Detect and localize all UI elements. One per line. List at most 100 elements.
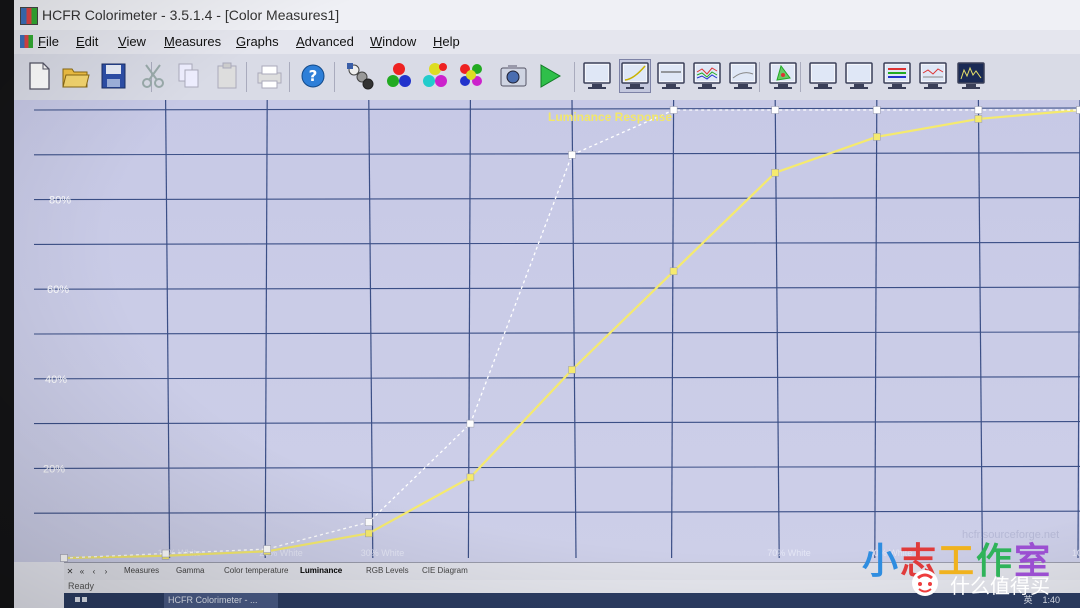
tab-cie-diagram[interactable]: CIE Diagram: [418, 566, 472, 575]
y-tick-label: 40%: [45, 374, 67, 386]
help-icon[interactable]: ?: [298, 60, 328, 92]
data-point: [263, 545, 271, 553]
tab-navigation: ✕ «‹ ›: [64, 563, 114, 581]
taskbar-app-hcfr[interactable]: HCFR Colorimeter - ...: [164, 593, 278, 608]
chart-canvas: 20%40%60%80%10% White 20% White 30% White 7…: [33, 100, 1080, 562]
data-point: [60, 554, 68, 562]
grid-line-vertical: [165, 100, 171, 559]
tab-measures[interactable]: Measures: [120, 566, 163, 575]
print-icon[interactable]: [254, 60, 284, 92]
grid-line-horizontal: [33, 421, 1080, 425]
gamma-graph-icon[interactable]: [656, 60, 686, 92]
tab-luminance[interactable]: Luminance: [296, 566, 346, 575]
data-point: [1076, 106, 1080, 114]
grid-line-horizontal: [33, 465, 1080, 469]
tab-color-temperature[interactable]: Color temperature: [220, 566, 292, 575]
rgb-histogram-icon[interactable]: [882, 60, 912, 92]
menu-graphs[interactable]: Graphs: [236, 34, 279, 49]
tab-nav-button[interactable]: «: [76, 563, 88, 581]
new-document-icon[interactable]: [24, 60, 54, 92]
menu-view[interactable]: View: [118, 34, 146, 49]
window-title: HCFR Colorimeter - 3.5.1.4 - [Color Meas…: [42, 7, 340, 23]
open-folder-icon[interactable]: [60, 60, 90, 92]
x-tick-label: 30% White: [361, 548, 405, 558]
watermark-char: 小: [862, 541, 901, 582]
toolbar-separator: [289, 62, 290, 92]
grid-line-vertical: [670, 100, 675, 559]
grid-line-vertical: [571, 100, 577, 559]
data-point: [568, 151, 576, 159]
grid-line-horizontal: [33, 241, 1080, 245]
measure-primaries-icon[interactable]: [384, 60, 414, 92]
chart-title: Luminance Response: [548, 110, 672, 124]
data-point: [974, 115, 983, 123]
data-point: [161, 549, 170, 558]
graph-monitor-icon[interactable]: [844, 60, 874, 92]
grid-line-horizontal: [33, 197, 1080, 201]
color-temperature-graph-icon[interactable]: [728, 60, 758, 92]
luminance-chart: 20% 40% 60% 80% 10% White 20% White 30% White 7…: [14, 100, 1080, 562]
watermark: 小志工作室 什么值得买: [858, 532, 1068, 602]
grid-line-horizontal: [33, 376, 1080, 380]
y-tick-label: 60%: [47, 284, 69, 296]
watermark-tagline: 什么值得买: [950, 574, 1050, 598]
data-point: [771, 106, 779, 114]
menu-advanced[interactable]: Advanced: [296, 34, 354, 49]
data-point: [873, 133, 881, 141]
data-point: [365, 529, 373, 538]
menu-help[interactable]: Help: [433, 34, 460, 49]
grid-line-vertical: [264, 100, 268, 559]
grid-line-vertical: [977, 100, 984, 559]
grid-line-horizontal: [33, 152, 1080, 156]
start-button[interactable]: [74, 593, 88, 608]
rgb-levels-graph-icon[interactable]: [692, 60, 722, 92]
y-tick-label: 80%: [49, 195, 71, 207]
tab-nav-button[interactable]: ✕: [64, 563, 76, 581]
save-disk-icon[interactable]: [98, 60, 128, 92]
toolbar-separator: [334, 62, 335, 92]
x-tick-label: 100% White: [1072, 548, 1080, 558]
tab-nav-button[interactable]: ›: [100, 563, 112, 581]
luminance-graph-icon[interactable]: [619, 59, 651, 93]
svg-text:?: ?: [309, 67, 318, 85]
data-point: [669, 267, 678, 276]
menu-window[interactable]: Window: [370, 34, 416, 49]
spectrum-monitor-icon[interactable]: [956, 60, 986, 92]
grid-line-horizontal: [33, 331, 1080, 335]
graph-monitor-icon[interactable]: [582, 60, 612, 92]
grid-line-vertical: [874, 100, 878, 559]
toolbar: ?: [14, 54, 1080, 101]
tab-nav-button[interactable]: ‹: [88, 563, 100, 581]
measure-grayscale-icon[interactable]: [344, 60, 374, 92]
data-point: [466, 419, 475, 428]
grid-line-vertical: [774, 100, 780, 559]
status-text: Ready: [68, 581, 95, 591]
play-icon[interactable]: [534, 60, 564, 92]
data-point: [365, 518, 373, 526]
paste-icon[interactable]: [212, 60, 242, 92]
document-icon: [20, 35, 33, 48]
cie-diagram-icon[interactable]: [768, 60, 798, 92]
saturation-graph-icon[interactable]: [918, 60, 948, 92]
camera-icon[interactable]: [498, 60, 528, 92]
toolbar-separator: [574, 62, 575, 92]
graph-monitor-icon[interactable]: [808, 60, 838, 92]
app-icon: [20, 7, 38, 25]
menu-edit[interactable]: Edit: [76, 34, 98, 49]
x-tick-label: 70% White: [767, 548, 811, 558]
data-point: [466, 473, 475, 482]
toolbar-separator: [800, 62, 801, 92]
menu-measures[interactable]: Measures: [164, 34, 221, 49]
tab-gamma[interactable]: Gamma: [172, 566, 208, 575]
copy-icon[interactable]: [174, 60, 204, 92]
toolbar-separator: [759, 62, 760, 92]
data-point: [568, 366, 576, 374]
measure-secondaries-icon[interactable]: [420, 60, 450, 92]
data-point: [974, 106, 983, 114]
cut-icon[interactable]: [138, 60, 168, 92]
tab-rgb-levels[interactable]: RGB Levels: [362, 566, 413, 575]
grid-line-horizontal: [33, 510, 1080, 514]
data-point: [771, 168, 779, 177]
measure-all-colors-icon[interactable]: [456, 60, 486, 92]
menu-file[interactable]: File: [20, 34, 59, 49]
